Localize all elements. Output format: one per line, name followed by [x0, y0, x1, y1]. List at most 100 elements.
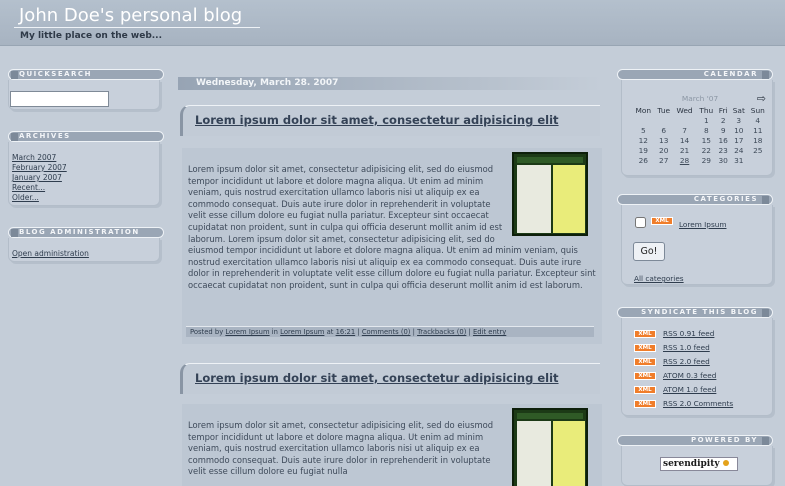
- feed-link-rss-091[interactable]: RSS 0.91 feed: [663, 329, 714, 338]
- calendar-month: March '07: [681, 94, 719, 103]
- xml-badge[interactable]: XML: [634, 372, 656, 380]
- xml-badge[interactable]: XML: [634, 330, 656, 338]
- calendar-week: 5 6 7 8 9 10 11: [632, 125, 768, 135]
- feed-link-rss-20-comments[interactable]: RSS 2.0 Comments: [663, 399, 733, 408]
- calendar-day: 14: [679, 135, 690, 145]
- comments-link[interactable]: Comments (0): [362, 328, 411, 336]
- feed-row: XML RSS 1.0 feed: [634, 343, 710, 352]
- date-header: Wednesday, March 28. 2007: [178, 77, 602, 90]
- entry-body: Lorem ipsum dolor sit amet, consectetur …: [182, 148, 602, 344]
- calendar-day: 27: [659, 155, 669, 165]
- admin-list: Open administration: [12, 249, 89, 259]
- feed-link-atom-10[interactable]: ATOM 1.0 feed: [663, 385, 716, 394]
- at-label: at: [326, 328, 334, 336]
- calendar-day: 26: [638, 155, 648, 165]
- weekday-label: Tue: [657, 105, 671, 115]
- xml-badge[interactable]: XML: [634, 358, 656, 366]
- calendar-week: 1 2 3 4: [632, 115, 768, 125]
- archives-list: March 2007 February 2007 January 2007 Re…: [12, 153, 67, 203]
- calendar-day: 19: [638, 145, 648, 155]
- feed-row: XML RSS 2.0 Comments: [634, 399, 733, 408]
- weekday-label: Fri: [718, 105, 728, 115]
- calendar-day: 11: [753, 125, 763, 135]
- entry-thumbnail[interactable]: [512, 152, 588, 236]
- calendar-day: 22: [701, 145, 712, 155]
- open-administration-link[interactable]: Open administration: [12, 249, 89, 259]
- entry-text: Lorem ipsum dolor sit amet, consectetur …: [188, 152, 596, 292]
- blog-header: John Doe's personal blog My little place…: [0, 0, 785, 46]
- next-month-arrow-icon[interactable]: ⇨: [757, 92, 766, 105]
- calendar-day: 2: [720, 115, 726, 125]
- serendipity-logo[interactable]: serendipity: [660, 457, 738, 471]
- categories-header: CATEGORIES: [617, 194, 773, 205]
- entry-thumbnail[interactable]: [512, 408, 588, 486]
- feed-link-rss-10[interactable]: RSS 1.0 feed: [663, 343, 710, 352]
- feed-row: XML RSS 2.0 feed: [634, 357, 710, 366]
- entry-footer: Posted by Lorem Ipsum in Lorem Ipsum at …: [186, 326, 594, 337]
- entry-title-box: Lorem ipsum dolor sit amet, consectetur …: [180, 105, 600, 136]
- category-link-lorem-ipsum[interactable]: Lorem Ipsum: [679, 220, 726, 229]
- entry-text: Lorem ipsum dolor sit amet, consectetur …: [188, 408, 596, 486]
- archive-link-february-2007[interactable]: February 2007: [12, 163, 67, 173]
- entry-paragraph: Lorem ipsum dolor sit amet, consectetur …: [188, 420, 494, 477]
- calendar-day: 5: [640, 125, 646, 135]
- calendar-day: 4: [755, 115, 761, 125]
- calendar-day: 30: [718, 155, 728, 165]
- category-checkbox[interactable]: [635, 217, 646, 228]
- xml-badge[interactable]: XML: [634, 344, 656, 352]
- calendar-week: 19 20 21 22 23 24 25: [632, 145, 768, 155]
- calendar-header: CALENDAR: [617, 69, 773, 80]
- calendar-day: [655, 115, 673, 125]
- admin-header: BLOG ADMINISTRATION: [8, 227, 164, 238]
- syndicate-header: SYNDICATE THIS BLOG: [617, 307, 773, 318]
- permalink-time[interactable]: 16:21: [336, 328, 356, 336]
- go-button[interactable]: Go!: [633, 242, 665, 261]
- blog-title[interactable]: John Doe's personal blog: [19, 5, 242, 26]
- weekday-label: Thu: [699, 105, 714, 115]
- author-link[interactable]: Lorem Ipsum: [225, 328, 269, 336]
- calendar-day: 6: [661, 125, 667, 135]
- trackbacks-link[interactable]: Trackbacks (0): [417, 328, 466, 336]
- entry-title[interactable]: Lorem ipsum dolor sit amet, consectetur …: [195, 371, 559, 385]
- xml-badge[interactable]: XML: [634, 386, 656, 394]
- feed-link-atom-03[interactable]: ATOM 0.3 feed: [663, 371, 716, 380]
- posted-by-label: Posted by: [190, 328, 224, 336]
- calendar-day: 15: [701, 135, 712, 145]
- calendar-day: 18: [753, 135, 763, 145]
- feed-row: XML ATOM 1.0 feed: [634, 385, 716, 394]
- calendar-day: 25: [753, 145, 763, 155]
- archives-header: ARCHIVES: [8, 131, 164, 142]
- calendar-week: 12 13 14 15 16 17 18: [632, 135, 768, 145]
- weekday-label: Sat: [732, 105, 745, 115]
- weekday-label: Mon: [635, 105, 652, 115]
- calendar-day-link[interactable]: 28: [673, 155, 696, 165]
- quicksearch-header: QUICKSEARCH: [8, 69, 164, 80]
- archive-link-march-2007[interactable]: March 2007: [12, 153, 67, 163]
- calendar-day: 29: [701, 155, 712, 165]
- calendar-day: 3: [736, 115, 742, 125]
- entry-title[interactable]: Lorem ipsum dolor sit amet, consectetur …: [195, 113, 559, 127]
- calendar-day: [673, 115, 696, 125]
- calendar-day: 21: [679, 145, 690, 155]
- calendar-day: 23: [718, 145, 728, 155]
- archive-link-january-2007[interactable]: January 2007: [12, 173, 67, 183]
- archive-link-recent[interactable]: Recent...: [12, 183, 67, 193]
- archive-link-older[interactable]: Older...: [12, 193, 67, 203]
- calendar-day: 20: [659, 145, 669, 155]
- calendar-day: 10: [734, 125, 744, 135]
- calendar-day: 12: [638, 135, 648, 145]
- category-xml-badge[interactable]: XML: [651, 217, 673, 225]
- calendar-day: 17: [734, 135, 744, 145]
- quicksearch-input[interactable]: [10, 91, 109, 107]
- category-link[interactable]: Lorem Ipsum: [280, 328, 324, 336]
- calendar-weekday-row: Mon Tue Wed Thu Fri Sat Sun: [632, 105, 768, 115]
- all-categories-link[interactable]: All categories: [634, 274, 684, 283]
- calendar-day: 13: [659, 135, 669, 145]
- weekday-label: Sun: [750, 105, 765, 115]
- edit-entry-link[interactable]: Edit entry: [473, 328, 506, 336]
- feed-link-rss-20[interactable]: RSS 2.0 feed: [663, 357, 710, 366]
- weekday-label: Wed: [676, 105, 693, 115]
- xml-badge[interactable]: XML: [634, 400, 656, 408]
- calendar-day: 1: [703, 115, 709, 125]
- feed-row: XML RSS 0.91 feed: [634, 329, 714, 338]
